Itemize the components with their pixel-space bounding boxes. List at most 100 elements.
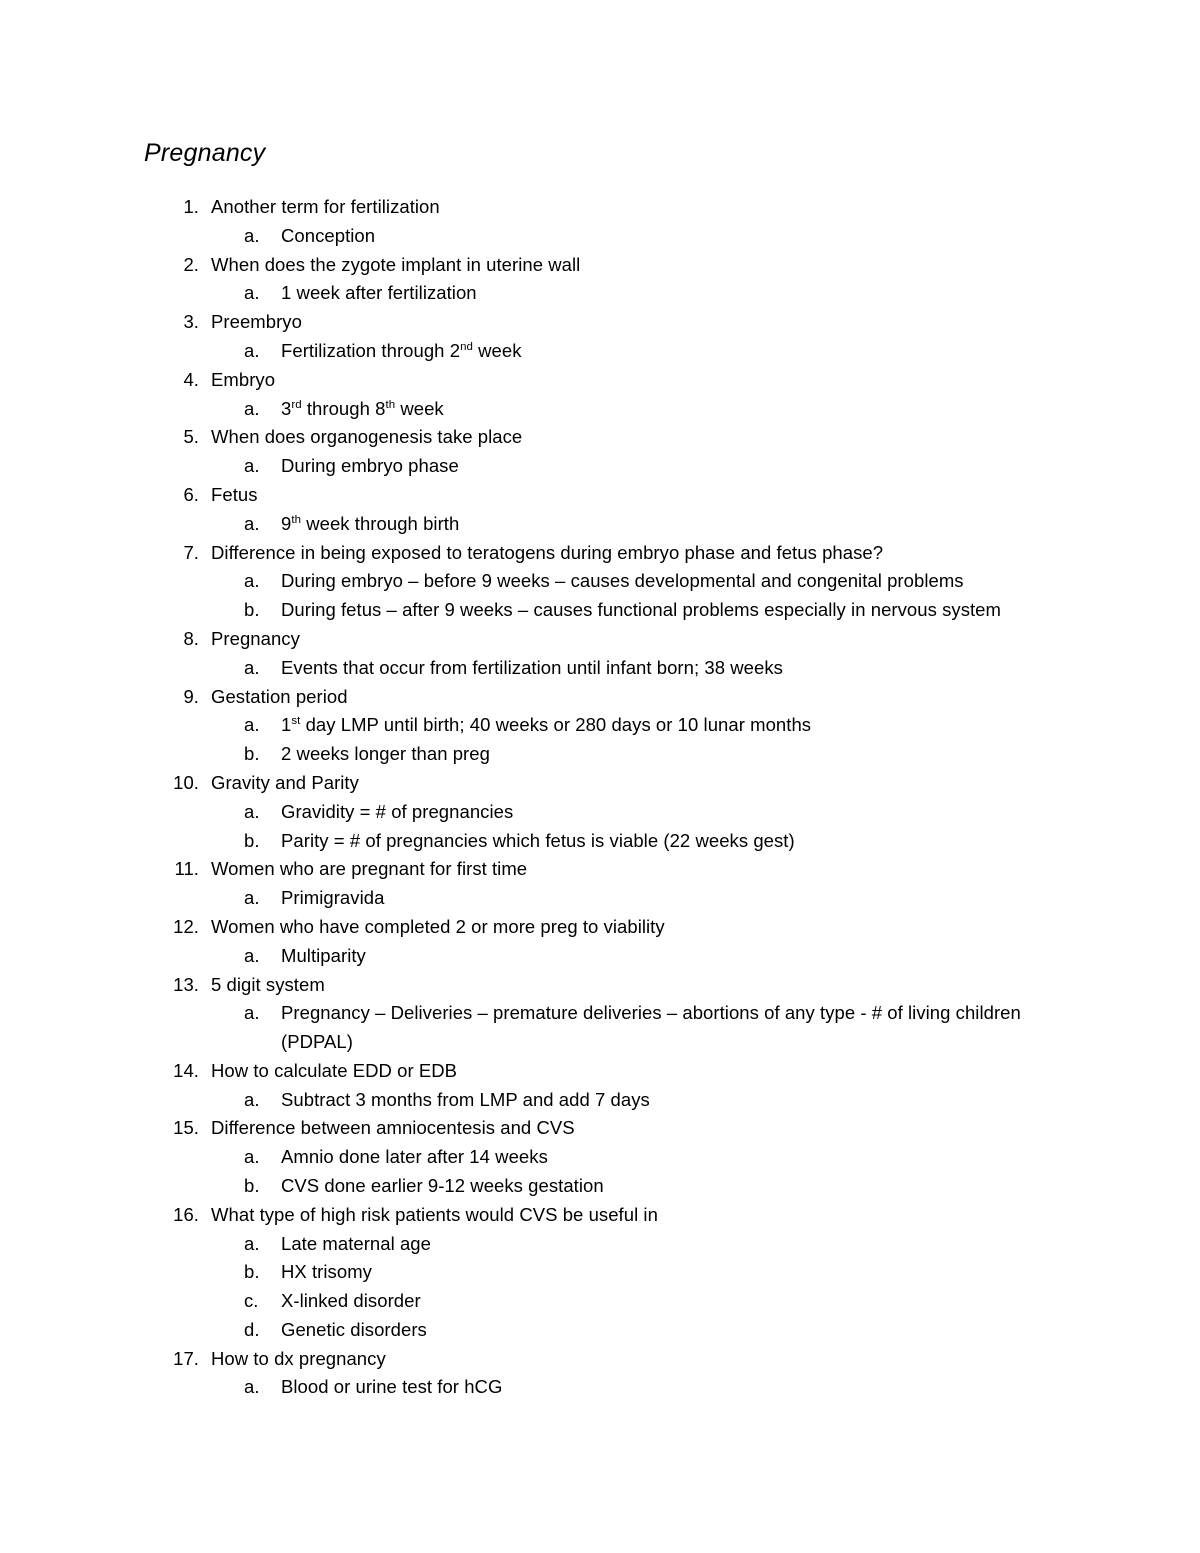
outline-item: 5. When does organogenesis take place — [0, 423, 1200, 452]
outline-subitem-letter: a. — [244, 1088, 260, 1110]
outline-item-number: 8. — [183, 627, 199, 649]
outline-subitem-letter: a. — [244, 887, 260, 909]
outline-item: 16. What type of high risk patients would… — [0, 1201, 1200, 1230]
outline-item-number: 1. — [183, 196, 199, 217]
outline-subitem-text: Conception — [281, 224, 376, 246]
outline-item-number: 15. — [173, 1117, 199, 1139]
outline-item-text: Embryo — [211, 368, 276, 390]
outline-item-text: How to dx pregnancy — [211, 1347, 386, 1369]
outline-subitem-text: HX trisomy — [281, 1261, 372, 1283]
outline-subitem-letter: a. — [244, 1232, 260, 1254]
outline-subitem: a. Gravidity = # of pregnancies — [0, 798, 1200, 827]
outline-subitem: b. 2 weeks longer than preg — [0, 740, 1200, 769]
outline-item-text: Difference between amniocentesis and CVS — [211, 1117, 575, 1139]
outline-subitem: a. Amnio done later after 14 weeks — [0, 1143, 1200, 1172]
outline-list: 1. Another term for fertilization a. Concep… — [0, 193, 1200, 1402]
outline-subitem-text: 2 weeks longer than preg — [281, 743, 490, 765]
outline-item-number: 6. — [183, 483, 199, 505]
outline-subitem: a. 1 week after fertilization — [0, 279, 1200, 308]
outline-subitem-text: Multiparity — [281, 944, 366, 966]
outline-item-number: 11. — [174, 858, 199, 880]
outline-item-text: When does the zygote implant in uterine … — [211, 253, 581, 275]
outline-item-text: How to calculate EDD or EDB — [211, 1059, 458, 1081]
outline-subitem-text: Subtract 3 months from LMP and add 7 day… — [281, 1088, 650, 1110]
outline-item-number: 9. — [183, 685, 199, 707]
outline-item-number: 16. — [173, 1203, 199, 1225]
outline-subitem: a. Pregnancy – Deliveries – premature del… — [0, 999, 1200, 1056]
outline-subitem-letter: a. — [244, 570, 260, 592]
outline-item-text: Another term for fertilization — [211, 196, 440, 217]
outline-subitem-text: During embryo – before 9 weeks – causes … — [281, 570, 964, 592]
outline-item: 1. Another term for fertilization — [0, 193, 1200, 222]
outline-subitem-letter: b. — [244, 599, 260, 621]
outline-subitem-letter: d. — [244, 1318, 260, 1340]
outline-subitem: b. During fetus – after 9 weeks – causes … — [0, 596, 1200, 625]
outline-subitem-letter: a. — [244, 224, 260, 246]
outline-item-number: 4. — [183, 368, 199, 390]
outline-item-text: Difference in being exposed to teratogen… — [211, 541, 884, 563]
outline-subitem-letter: a. — [244, 282, 260, 304]
outline-subitem-letter: b. — [244, 743, 260, 765]
outline-subitem-text: Gravidity = # of pregnancies — [281, 800, 514, 822]
outline-subitem: b. Parity = # of pregnancies which fetus … — [0, 827, 1200, 856]
outline-item-number: 13. — [173, 973, 199, 995]
outline-item-number: 2. — [183, 253, 199, 275]
outline-subitem-text: Amnio done later after 14 weeks — [281, 1146, 548, 1168]
outline-item-text: What type of high risk patients would CV… — [211, 1203, 658, 1225]
outline-item: 17. How to dx pregnancy — [0, 1345, 1200, 1374]
outline-item-text: Women who have completed 2 or more preg … — [211, 915, 665, 937]
outline-item-text: 5 digit system — [211, 973, 325, 995]
outline-item-number: 12. — [173, 915, 199, 937]
outline-subitem-text: X-linked disorder — [281, 1290, 421, 1312]
outline-item-text: Pregnancy — [211, 627, 300, 649]
outline-item: 12. Women who have completed 2 or more pr… — [0, 913, 1200, 942]
outline-subitem-text: 9th week through birth — [281, 512, 460, 534]
outline-subitem-text: CVS done earlier 9-12 weeks gestation — [281, 1174, 604, 1196]
outline-item-number: 7. — [183, 541, 199, 563]
outline-item: 9. Gestation period — [0, 683, 1200, 712]
outline-item: 10. Gravity and Parity — [0, 769, 1200, 798]
outline-item: 6. Fetus — [0, 481, 1200, 510]
outline-subitem-letter: a. — [244, 1376, 260, 1398]
outline-subitem-text: Primigravida — [281, 887, 385, 909]
outline-subitem: a. Subtract 3 months from LMP and add 7 d… — [0, 1086, 1200, 1115]
outline-item-number: 10. — [173, 771, 199, 793]
outline-subitem-text: 1st day LMP until birth; 40 weeks or 280… — [281, 714, 812, 736]
outline-subitem-text: Blood or urine test for hCG — [281, 1376, 503, 1398]
outline-item: 8. Pregnancy — [0, 625, 1200, 654]
outline-subitem-letter: a. — [244, 800, 260, 822]
outline-subitem: a. Blood or urine test for hCG — [0, 1373, 1200, 1402]
outline-subitem-text: Parity = # of pregnancies which fetus is… — [281, 829, 795, 851]
outline-subitem-text: Late maternal age — [281, 1232, 431, 1254]
outline-subitem-letter: a. — [244, 944, 260, 966]
outline-subitem: c. X-linked disorder — [0, 1287, 1200, 1316]
outline-subitem: a. Fertilization through 2nd week — [0, 337, 1200, 366]
outline-subitem-text: Pregnancy – Deliveries – premature deliv… — [281, 1002, 1021, 1053]
outline-item-text: Women who are pregnant for first time — [211, 858, 528, 880]
outline-item: 11. Women who are pregnant for first time — [0, 855, 1200, 884]
outline-item: 4. Embryo — [0, 366, 1200, 395]
outline-item-text: Gestation period — [211, 685, 348, 707]
outline-subitem: d. Genetic disorders — [0, 1316, 1200, 1345]
outline-subitem-letter: a. — [244, 397, 260, 419]
outline-subitem: b. CVS done earlier 9-12 weeks gestation — [0, 1172, 1200, 1201]
outline-item-number: 3. — [183, 311, 199, 333]
outline-item: 13. 5 digit system — [0, 971, 1200, 1000]
outline-subitem: a. 9th week through birth — [0, 510, 1200, 539]
outline-item-text: Preembryo — [211, 311, 302, 333]
outline-subitem-letter: a. — [244, 512, 260, 534]
outline-item: 15. Difference between amniocentesis and … — [0, 1114, 1200, 1143]
outline-subitem-letter: a. — [244, 455, 260, 477]
outline-subitem-text: 3rd through 8th week — [281, 397, 444, 419]
page-title: Pregnancy — [144, 139, 266, 167]
outline-subitem-letter: a. — [244, 1002, 260, 1024]
outline-subitem-text: During embryo phase — [281, 455, 459, 477]
outline-subitem: b. HX trisomy — [0, 1258, 1200, 1287]
outline-subitem-text: 1 week after fertilization — [281, 282, 477, 304]
outline-subitem: a. Late maternal age — [0, 1230, 1200, 1259]
outline-item-number: 14. — [173, 1059, 199, 1081]
outline-item-number: 5. — [183, 426, 199, 448]
outline-subitem: a. During embryo phase — [0, 452, 1200, 481]
outline-subitem-letter: b. — [244, 1174, 260, 1196]
outline-subitem: a. Primigravida — [0, 884, 1200, 913]
